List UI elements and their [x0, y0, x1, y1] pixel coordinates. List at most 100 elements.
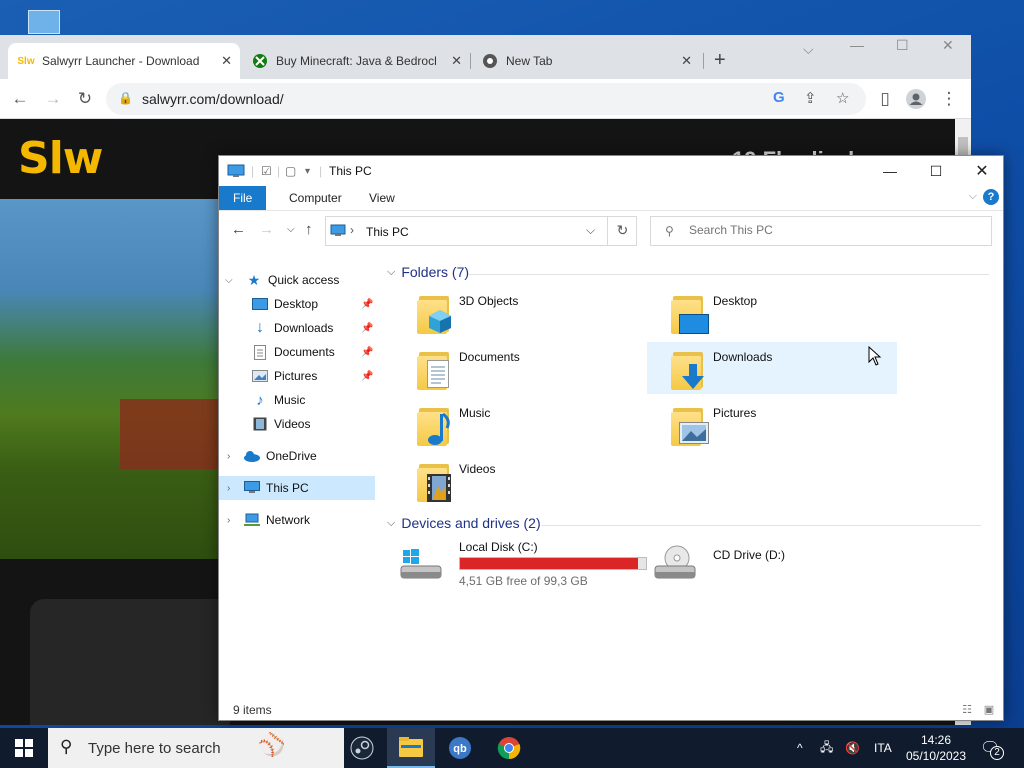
taskbar-search[interactable]: ⚲ Type here to search ⚾ [48, 728, 344, 768]
side-panel-icon[interactable]: ▯ [873, 87, 897, 111]
close-tab-icon[interactable]: ✕ [221, 53, 232, 69]
nav-desktop[interactable]: Desktop 📌 [219, 292, 375, 316]
pin-icon[interactable]: 📌 [361, 323, 373, 334]
nav-downloads[interactable]: ↓ Downloads 📌 [219, 316, 375, 340]
group-header-devices[interactable]: ⌵ Devices and drives (2) [387, 515, 981, 531]
steam-taskbar-icon[interactable] [338, 728, 386, 768]
search-placeholder: Type here to search [88, 740, 221, 757]
collapsed-chevron-icon[interactable]: › [227, 515, 230, 526]
search-box[interactable]: ⚲ [650, 216, 992, 246]
taskbar: ⚲ Type here to search ⚾ qb ^ 🖧 🔇 ITA 14:… [0, 728, 1024, 768]
folder-name: Downloads [713, 350, 773, 364]
ribbon-tab-view[interactable]: View [355, 186, 409, 210]
close-tab-icon[interactable]: ✕ [451, 53, 462, 69]
qbittorrent-taskbar-icon[interactable]: qb [436, 728, 484, 768]
volume-muted-icon[interactable]: 🔇 [845, 728, 860, 768]
maximize-button[interactable]: ☐ [896, 37, 909, 54]
pin-icon[interactable]: 📌 [361, 371, 373, 382]
folder-pictures[interactable]: Pictures [647, 398, 897, 450]
lock-icon[interactable]: 🔒 [118, 91, 133, 105]
forward-icon[interactable]: → [259, 221, 274, 238]
start-button[interactable] [0, 728, 48, 768]
expanded-chevron-icon[interactable]: ⌵ [225, 275, 233, 286]
folder-downloads[interactable]: Downloads [647, 342, 897, 394]
tab-new-tab[interactable]: New Tab ✕ [472, 43, 700, 79]
up-icon[interactable]: ↑ [305, 221, 313, 238]
nav-documents[interactable]: Documents 📌 [219, 340, 375, 364]
drive-free-space: 4,51 GB free of 99,3 GB [459, 574, 588, 588]
new-folder-icon[interactable]: ▢ [285, 164, 296, 178]
expand-ribbon-icon[interactable]: ⌵ [969, 190, 977, 203]
share-icon[interactable]: ⇪ [804, 89, 817, 107]
folder-name: Documents [459, 350, 520, 364]
file-explorer-window: | ☑ | ▢ ▾ | This PC — ☐ ✕ File Computer … [218, 155, 1004, 721]
forward-icon[interactable]: → [41, 87, 65, 111]
bookmark-star-icon[interactable]: ☆ [836, 89, 849, 107]
help-icon[interactable]: ? [983, 189, 999, 205]
salwyrr-logo[interactable]: Slw [18, 133, 103, 184]
breadcrumb-this-pc[interactable]: This PC [366, 225, 409, 239]
drive-local-disk-c[interactable]: Local Disk (C:) 4,51 GB free of 99,3 GB [393, 540, 647, 590]
nav-videos[interactable]: Videos [219, 412, 375, 436]
maximize-button[interactable]: ☐ [913, 160, 959, 182]
folder-desktop[interactable]: Desktop [647, 286, 897, 338]
tab-salwyrr[interactable]: Slw Salwyrr Launcher - Download ✕ [8, 43, 240, 79]
address-dropdown-icon[interactable]: ⌵ [586, 223, 595, 238]
collapse-group-icon[interactable]: ⌵ [387, 517, 395, 530]
explorer-title-bar[interactable]: | ☑ | ▢ ▾ | This PC — ☐ ✕ [219, 156, 1003, 186]
address-bar[interactable]: 🔒 salwyrr.com/download/ G ⇪ ☆ [106, 83, 866, 115]
nav-onedrive[interactable]: › OneDrive [219, 444, 375, 468]
menu-kebab-icon[interactable]: ⋮ [937, 87, 961, 111]
back-icon[interactable]: ← [8, 87, 32, 111]
refresh-button[interactable]: ↻ [607, 216, 637, 246]
address-bar[interactable]: › This PC ⌵ [325, 216, 637, 246]
network-tray-icon[interactable]: 🖧 [820, 728, 833, 768]
minimize-button[interactable]: — [850, 37, 864, 53]
ribbon-tab-file[interactable]: File [219, 186, 267, 210]
drive-cd-d[interactable]: CD Drive (D:) [647, 540, 897, 590]
file-explorer-taskbar-icon[interactable] [387, 728, 435, 768]
collapsed-chevron-icon[interactable]: › [227, 483, 230, 494]
desktop-shortcut-icon[interactable] [28, 10, 60, 34]
tab-minecraft[interactable]: Buy Minecraft: Java & Bedrock ✕ [242, 43, 470, 79]
google-icon[interactable]: G [773, 89, 785, 106]
group-header-folders[interactable]: ⌵ Folders (7) [387, 264, 990, 280]
reload-icon[interactable]: ↻ [73, 87, 97, 111]
clock[interactable]: 14:26 05/10/2023 [896, 732, 976, 764]
show-hidden-icons-icon[interactable]: ^ [797, 728, 803, 768]
url-text[interactable]: salwyrr.com/download/ [142, 91, 284, 107]
profile-avatar-icon[interactable] [904, 87, 928, 111]
large-icons-view-icon[interactable]: ▣ [981, 703, 997, 717]
folder-music[interactable]: Music [393, 398, 643, 450]
close-button[interactable]: ✕ [959, 160, 1005, 182]
nav-music[interactable]: ♪ Music [219, 388, 375, 412]
navigation-pane: ⌵ ★ Quick access Desktop 📌 ↓ Downloads 📌… [219, 268, 379, 698]
tab-search-icon[interactable]: ⌵ [803, 41, 814, 58]
close-button[interactable]: ✕ [942, 37, 954, 54]
nav-quick-access[interactable]: ⌵ ★ Quick access [219, 268, 375, 292]
close-tab-icon[interactable]: ✕ [681, 53, 692, 69]
minimize-button[interactable]: — [867, 160, 913, 182]
collapsed-chevron-icon[interactable]: › [227, 451, 230, 462]
language-indicator[interactable]: ITA [874, 728, 892, 768]
collapse-group-icon[interactable]: ⌵ [387, 266, 395, 279]
details-view-icon[interactable]: ☷ [959, 703, 975, 717]
recent-locations-icon[interactable]: ⌵ [287, 224, 295, 235]
nav-this-pc[interactable]: › This PC [219, 476, 375, 500]
search-input[interactable] [689, 223, 979, 237]
back-icon[interactable]: ← [231, 221, 246, 238]
folder-documents[interactable]: Documents [393, 342, 643, 394]
notifications-button[interactable]: 🗨 2 [980, 738, 1004, 760]
new-tab-button[interactable]: + [714, 49, 726, 72]
breadcrumb-chevron-icon[interactable]: › [350, 223, 354, 237]
properties-icon[interactable]: ☑ [261, 164, 272, 178]
nav-pictures[interactable]: Pictures 📌 [219, 364, 375, 388]
pin-icon[interactable]: 📌 [361, 347, 373, 358]
pin-icon[interactable]: 📌 [361, 299, 373, 310]
qat-dropdown-icon[interactable]: ▾ [305, 166, 310, 177]
folder-videos[interactable]: Videos [393, 454, 643, 506]
folder-3d-objects[interactable]: 3D Objects [393, 286, 643, 338]
nav-network[interactable]: › Network [219, 508, 375, 532]
chrome-taskbar-icon[interactable] [485, 728, 533, 768]
ribbon-tab-computer[interactable]: Computer [275, 186, 356, 210]
